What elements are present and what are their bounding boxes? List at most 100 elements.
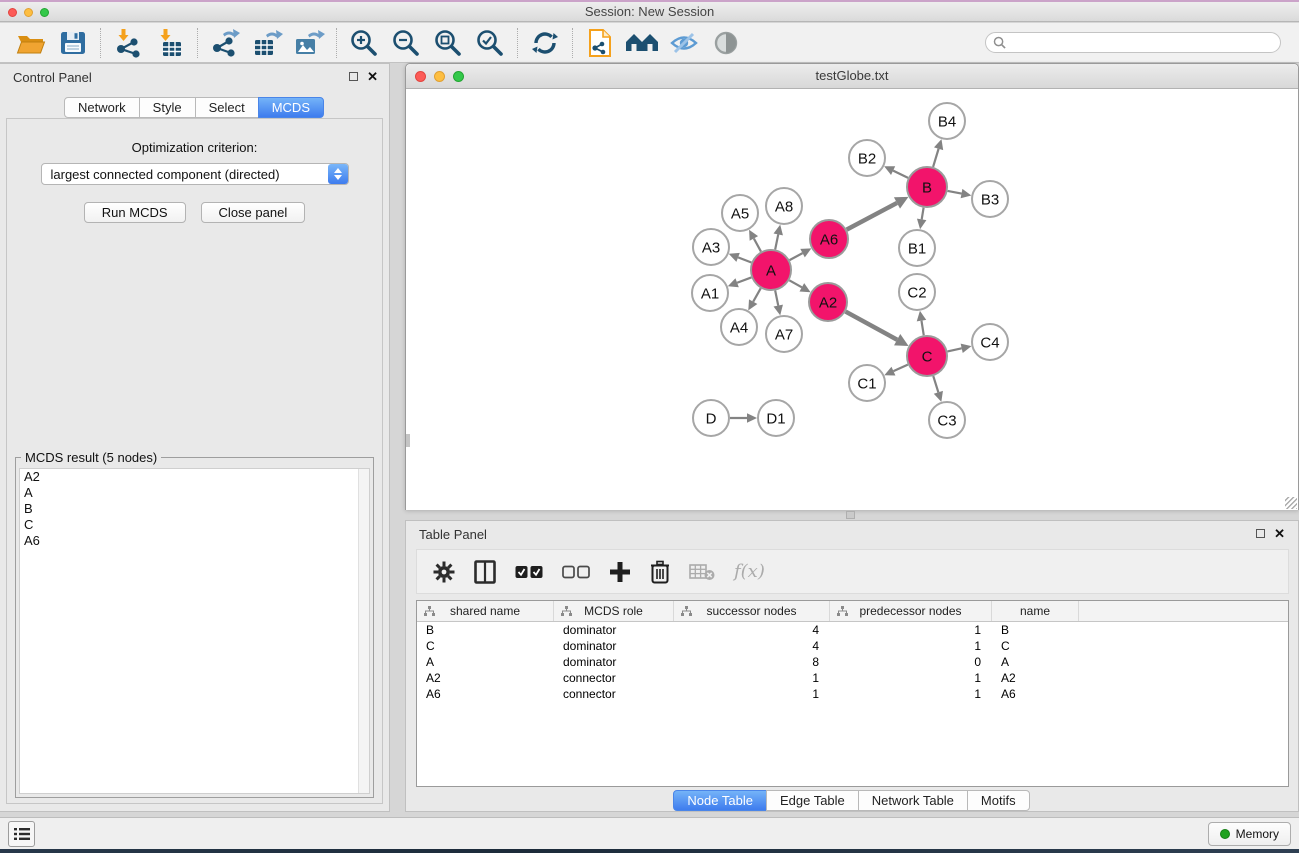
delete-table-button[interactable] — [689, 563, 715, 581]
graph-node-A6[interactable]: A6 — [810, 220, 848, 258]
criterion-dropdown[interactable]: largest connected component (directed) — [41, 163, 349, 185]
graph-edge-A-A1[interactable] — [737, 277, 751, 282]
column-header-MCDS-role[interactable]: MCDS role — [554, 601, 674, 621]
graph-edge-A6-B[interactable] — [847, 203, 897, 230]
graph-node-D1[interactable]: D1 — [758, 400, 794, 436]
tab-network[interactable]: Network — [64, 97, 140, 118]
home-views-button[interactable] — [621, 26, 663, 60]
column-header-predecessor-nodes[interactable]: predecessor nodes — [830, 601, 992, 621]
float-panel-icon[interactable] — [1256, 529, 1265, 538]
graph-edge-C-C4[interactable] — [947, 348, 961, 351]
close-panel-icon[interactable]: ✕ — [1274, 528, 1285, 539]
tab-mcds[interactable]: MCDS — [258, 97, 324, 118]
birds-eye-view-button[interactable] — [705, 26, 747, 60]
select-all-button[interactable] — [515, 565, 543, 579]
create-column-button[interactable] — [609, 561, 631, 583]
tab-select[interactable]: Select — [195, 97, 259, 118]
toolbar-search[interactable] — [985, 32, 1281, 53]
zoom-in-button[interactable] — [343, 26, 385, 60]
function-builder-button[interactable]: f(x) — [734, 561, 765, 582]
column-header-name[interactable]: name — [992, 601, 1079, 621]
deselect-all-button[interactable] — [562, 565, 590, 579]
zoom-fit-button[interactable] — [427, 26, 469, 60]
result-item[interactable]: A2 — [20, 469, 369, 485]
task-history-button[interactable] — [8, 821, 35, 847]
close-panel-icon[interactable]: ✕ — [367, 71, 378, 82]
delete-columns-button[interactable] — [650, 560, 670, 584]
export-table-button[interactable] — [246, 26, 288, 60]
minimize-network-window-button[interactable] — [434, 71, 445, 82]
graph-edge-B-B1[interactable] — [922, 208, 924, 220]
export-image-button[interactable] — [288, 26, 330, 60]
graph-node-A5[interactable]: A5 — [722, 195, 758, 231]
graph-node-A8[interactable]: A8 — [766, 188, 802, 224]
graph-node-C1[interactable]: C1 — [849, 365, 885, 401]
graph-node-B3[interactable]: B3 — [972, 181, 1008, 217]
canvas-scroll-nub[interactable] — [406, 434, 410, 447]
float-panel-icon[interactable] — [349, 72, 358, 81]
graph-node-B1[interactable]: B1 — [899, 230, 935, 266]
graph-node-C[interactable]: C — [907, 336, 947, 376]
graph-edge-B-B2[interactable] — [893, 171, 908, 178]
graph-edge-A-A5[interactable] — [754, 238, 761, 251]
show-graphics-details-button[interactable] — [663, 26, 705, 60]
graph-node-D[interactable]: D — [693, 400, 729, 436]
close-network-window-button[interactable] — [415, 71, 426, 82]
graph-edge-C-C2[interactable] — [921, 321, 923, 336]
table-row[interactable]: A6connector11A6 — [417, 686, 1288, 702]
graph-node-A1[interactable]: A1 — [692, 275, 728, 311]
graph-edge-A-A7[interactable] — [775, 291, 778, 306]
new-network-document-button[interactable] — [579, 26, 621, 60]
run-mcds-button[interactable]: Run MCDS — [84, 202, 186, 223]
result-item[interactable]: A — [20, 485, 369, 501]
memory-button[interactable]: Memory — [1208, 822, 1291, 846]
graph-edge-B-B3[interactable] — [948, 191, 962, 194]
tab-network-table[interactable]: Network Table — [858, 790, 968, 811]
result-item[interactable]: A6 — [20, 533, 369, 549]
graph-edge-A2-C[interactable] — [846, 312, 898, 340]
zoom-out-button[interactable] — [385, 26, 427, 60]
network-resize-grip[interactable] — [1285, 497, 1297, 509]
graph-edge-B-B4[interactable] — [933, 149, 938, 167]
tab-motifs[interactable]: Motifs — [967, 790, 1030, 811]
tab-edge-table[interactable]: Edge Table — [766, 790, 859, 811]
column-header-shared-name[interactable]: shared name — [417, 601, 554, 621]
show-columns-button[interactable] — [474, 560, 496, 584]
graph-node-A4[interactable]: A4 — [721, 309, 757, 345]
graph-node-C2[interactable]: C2 — [899, 274, 935, 310]
table-mode-settings-button[interactable] — [433, 561, 455, 583]
minimize-window-button[interactable] — [24, 8, 33, 17]
table-row[interactable]: Adominator80A — [417, 654, 1288, 670]
search-input[interactable] — [1011, 36, 1261, 50]
graph-node-A3[interactable]: A3 — [693, 229, 729, 265]
table-row[interactable]: A2connector11A2 — [417, 670, 1288, 686]
open-session-button[interactable] — [10, 26, 52, 60]
network-window-titlebar[interactable]: testGlobe.txt — [406, 64, 1298, 89]
zoom-selected-button[interactable] — [469, 26, 511, 60]
export-network-button[interactable] — [204, 26, 246, 60]
graph-node-A7[interactable]: A7 — [766, 316, 802, 352]
table-row[interactable]: Cdominator41C — [417, 638, 1288, 654]
tab-node-table[interactable]: Node Table — [673, 790, 767, 811]
graph-node-C4[interactable]: C4 — [972, 324, 1008, 360]
zoom-window-button[interactable] — [40, 8, 49, 17]
horizontal-splitter-handle[interactable] — [846, 511, 855, 519]
table-row[interactable]: Bdominator41B — [417, 622, 1288, 638]
graph-edge-A-A4[interactable] — [753, 288, 761, 301]
result-scrollbar[interactable] — [358, 469, 369, 793]
network-canvas[interactable]: AA1A2A3A4A5A6A7A8BB1B2B3B4CC1C2C3C4DD1 — [406, 89, 1298, 510]
save-session-button[interactable] — [52, 26, 94, 60]
zoom-network-window-button[interactable] — [453, 71, 464, 82]
graph-edge-A-A3[interactable] — [738, 257, 751, 262]
graph-edge-C-C1[interactable] — [893, 365, 907, 371]
column-header-successor-nodes[interactable]: successor nodes — [674, 601, 830, 621]
graph-edge-A-A6[interactable] — [790, 253, 803, 260]
close-window-button[interactable] — [8, 8, 17, 17]
tab-style[interactable]: Style — [139, 97, 196, 118]
graph-node-B2[interactable]: B2 — [849, 140, 885, 176]
import-table-button[interactable] — [149, 26, 191, 60]
graph-edge-C-C3[interactable] — [933, 376, 938, 392]
graph-node-C3[interactable]: C3 — [929, 402, 965, 438]
graph-node-A2[interactable]: A2 — [809, 283, 847, 321]
import-network-button[interactable] — [107, 26, 149, 60]
